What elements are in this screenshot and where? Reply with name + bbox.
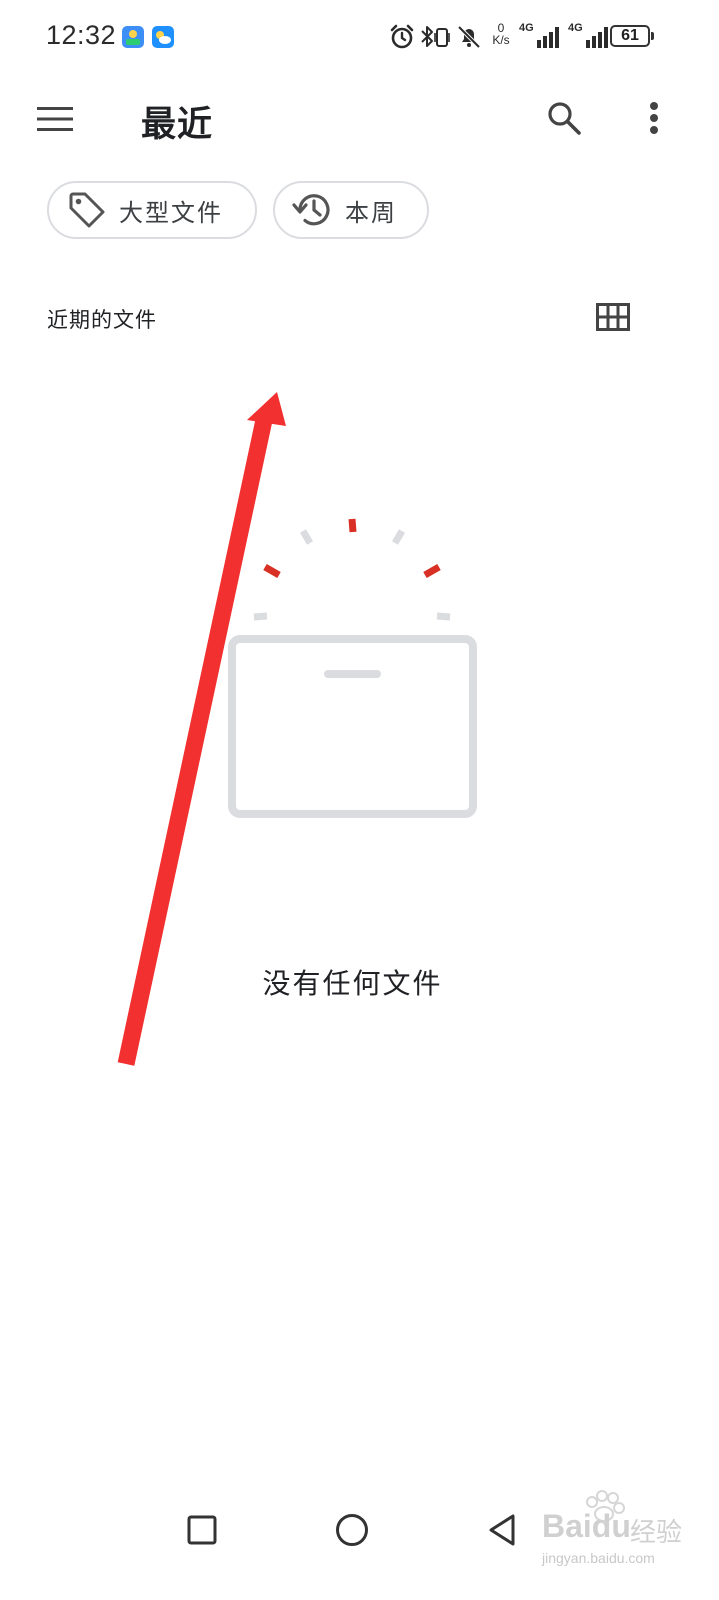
empty-box-handle	[324, 670, 381, 678]
watermark-url: jingyan.baidu.com	[542, 1550, 655, 1566]
battery-indicator: 61	[610, 25, 654, 47]
search-icon	[548, 102, 581, 135]
signal-2: 4G	[568, 22, 614, 50]
status-time: 12:32	[46, 20, 117, 50]
more-vert-icon	[650, 102, 658, 134]
grid-view-icon	[596, 303, 630, 331]
watermark-sub: 经验	[630, 1518, 683, 1548]
home-button[interactable]	[326, 1504, 378, 1556]
page-title: 最近	[141, 105, 214, 145]
watermark-brand: Baidu	[542, 1508, 631, 1544]
network-speed-unit: K/s	[492, 33, 510, 47]
baidu-watermark: Baidu 经验 jingyan.baidu.com	[530, 1490, 710, 1580]
recents-square-icon	[187, 1515, 217, 1545]
recent-files-heading: 近期的文件	[47, 308, 157, 332]
sparkle-dash	[391, 529, 406, 545]
view-toggle-button[interactable]	[590, 296, 636, 338]
back-button[interactable]	[476, 1504, 528, 1556]
sparkle-dash	[436, 612, 451, 621]
search-button[interactable]	[538, 92, 590, 144]
chip-large-files-label: 大型文件	[119, 198, 223, 227]
notifications-off-icon	[457, 25, 481, 49]
annotation-arrow	[117, 392, 286, 1066]
chip-this-week-label: 本周	[345, 198, 397, 227]
history-icon	[292, 194, 330, 226]
signal-1-label: 4G	[519, 22, 534, 34]
signal-bars-1-icon	[537, 27, 559, 48]
home-circle-icon	[336, 1514, 368, 1546]
tag-icon	[69, 192, 105, 228]
signal-2-label: 4G	[568, 22, 583, 34]
menu-icon	[37, 107, 73, 131]
weather-app-icon	[152, 26, 174, 48]
chip-this-week[interactable]: 本周	[273, 181, 429, 239]
signal-bars-2-icon	[586, 27, 608, 48]
recents-button[interactable]	[176, 1504, 228, 1556]
more-options-button[interactable]	[630, 92, 678, 144]
network-speed: 0 K/s	[487, 22, 515, 46]
alarm-icon	[390, 24, 414, 49]
signal-1: 4G	[519, 22, 565, 50]
chip-large-files[interactable]: 大型文件	[47, 181, 257, 239]
gallery-app-icon	[122, 26, 144, 48]
back-triangle-icon	[489, 1514, 515, 1546]
sparkle-dash	[423, 563, 441, 579]
sparkle-dash	[348, 518, 357, 533]
status-bar: 12:32 0 K/s 4G 4G 61	[0, 0, 719, 72]
bluetooth-vibrate-icon	[421, 26, 450, 47]
menu-button[interactable]	[30, 94, 80, 144]
sparkle-dash	[299, 529, 314, 545]
